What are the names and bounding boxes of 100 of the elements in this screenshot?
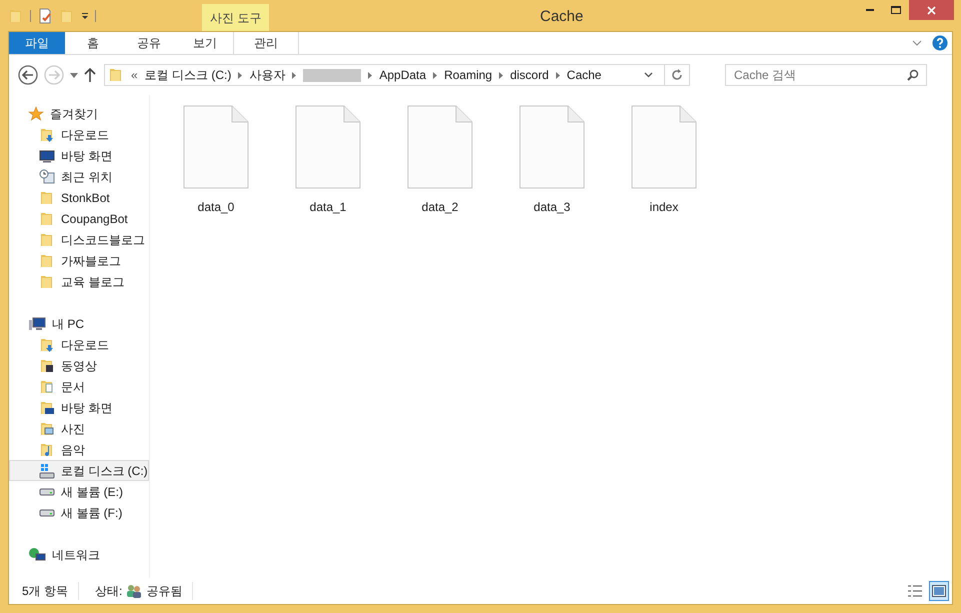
nav-item[interactable]: 바탕 화면 xyxy=(9,397,149,418)
file-icon xyxy=(295,105,361,189)
nav-item-label: 문서 xyxy=(61,378,85,396)
nav-item-label: 동영상 xyxy=(61,358,97,374)
file-menu-tab[interactable]: 파일 xyxy=(9,32,65,54)
ribbon-tab[interactable]: 홈 xyxy=(65,32,121,54)
nav-item[interactable]: 교육 블로그 xyxy=(9,271,149,292)
file-item[interactable]: data_3 xyxy=(519,105,585,216)
nav-item[interactable]: CoupangBot xyxy=(9,208,149,229)
breadcrumb-item[interactable]: Roaming xyxy=(444,66,492,84)
nav-item-label: 바탕 화면 xyxy=(61,148,112,164)
back-icon[interactable] xyxy=(18,65,38,85)
address-bar[interactable]: « 로컬 디스크 (C:) 사용자 AppData Roaming discord Cache xyxy=(104,64,690,86)
folder-icon xyxy=(39,232,55,248)
nav-item[interactable]: 사진 xyxy=(9,418,149,439)
breadcrumb-item[interactable]: 사용자 xyxy=(249,66,286,84)
nav-item[interactable]: 음악 xyxy=(9,439,149,460)
nav-item[interactable]: 최근 위치 xyxy=(9,166,149,187)
file-icon xyxy=(519,105,585,189)
window-title: Cache xyxy=(540,7,584,27)
download-folder-icon xyxy=(39,126,55,142)
nav-item-label: 음악 xyxy=(61,442,85,458)
expand-ribbon-icon[interactable] xyxy=(912,40,922,46)
breadcrumb-arrow-icon[interactable] xyxy=(433,72,438,78)
breadcrumb-arrow-icon[interactable] xyxy=(556,72,560,78)
refresh-icon xyxy=(671,69,683,81)
close-button[interactable] xyxy=(909,0,954,20)
system-drive-icon xyxy=(39,462,55,478)
new-folder-icon xyxy=(59,8,75,24)
file-item[interactable]: data_0 xyxy=(183,105,249,216)
nav-item-label: 교육 블로그 xyxy=(61,274,124,290)
nav-section-header[interactable]: 네트워크 xyxy=(9,544,149,565)
nav-section-label: 즐겨찾기 xyxy=(50,106,98,122)
help-icon[interactable] xyxy=(932,35,948,51)
nav-item[interactable]: 디스코드블로그 xyxy=(9,229,149,250)
breadcrumb-item[interactable]: Cache xyxy=(566,66,602,84)
breadcrumb-arrow-icon[interactable] xyxy=(368,72,372,78)
large-icons-view-icon xyxy=(932,585,946,597)
file-icon xyxy=(631,105,697,189)
folder-icon xyxy=(39,190,55,206)
download-folder-icon xyxy=(39,336,55,352)
file-name: index xyxy=(650,199,678,216)
nav-item[interactable]: 새 볼륨 (E:) xyxy=(9,481,149,502)
computer-icon xyxy=(28,316,46,332)
file-name: data_0 xyxy=(198,199,234,216)
nav-item-label: 사진 xyxy=(61,420,85,438)
nav-item[interactable]: 가짜블로그 xyxy=(9,250,149,271)
overflow-chevron[interactable]: « xyxy=(131,66,138,84)
nav-item[interactable]: 새 볼륨 (F:) xyxy=(9,502,149,523)
ribbon-tab[interactable]: 공유 xyxy=(121,32,177,54)
file-icon xyxy=(183,105,249,189)
ribbon-tab[interactable]: 보기 xyxy=(177,32,233,54)
file-item[interactable]: data_2 xyxy=(407,105,473,216)
nav-item[interactable]: 동영상 xyxy=(9,355,149,376)
file-item[interactable]: data_1 xyxy=(295,105,361,216)
nav-item-label: 다운로드 xyxy=(61,336,109,354)
nav-item[interactable]: 다운로드 xyxy=(9,124,149,145)
nav-item-label: 새 볼륨 (F:) xyxy=(61,504,122,522)
folder-icon xyxy=(39,210,55,226)
folder-icon xyxy=(39,252,55,268)
nav-item[interactable]: 다운로드 xyxy=(9,334,149,355)
nav-item[interactable]: StonkBot xyxy=(9,187,149,208)
status-label: 상태: xyxy=(94,583,122,600)
nav-item-label: 로컬 디스크 (C:) xyxy=(61,462,148,480)
close-icon xyxy=(927,6,936,14)
file-icon xyxy=(407,105,473,189)
network-icon xyxy=(28,546,46,562)
search-field[interactable]: Cache 검색 xyxy=(725,64,927,86)
status-value: 공유됨 xyxy=(146,582,194,600)
nav-section-header[interactable]: 즐겨찾기 xyxy=(9,103,149,124)
breadcrumb-item[interactable]: AppData xyxy=(379,66,426,84)
recent-places-icon xyxy=(39,168,55,184)
file-name: data_1 xyxy=(310,199,346,216)
breadcrumb-item[interactable]: 로컬 디스크 (C:) xyxy=(144,66,232,84)
folder-icon xyxy=(39,274,55,290)
nav-item[interactable]: 로컬 디스크 (C:) xyxy=(9,460,149,481)
dropdown-caret-icon[interactable] xyxy=(644,72,653,78)
breadcrumb-arrow-icon[interactable] xyxy=(499,72,504,78)
picture-folder-folder-icon xyxy=(39,420,55,436)
ribbon-tab[interactable]: 관리 xyxy=(233,32,299,54)
drive-icon xyxy=(39,508,55,516)
large-icons-view-button[interactable] xyxy=(929,581,949,601)
drive-icon xyxy=(39,488,55,496)
breadcrumb-arrow-icon[interactable] xyxy=(238,72,242,78)
nav-item-label: CoupangBot xyxy=(61,210,128,228)
nav-section-header[interactable]: 내 PC xyxy=(9,313,149,334)
monitor-icon xyxy=(39,148,55,164)
dropdown-icon[interactable] xyxy=(81,12,89,20)
item-count: 5개 항목 xyxy=(22,582,80,600)
breadcrumb-arrow-icon[interactable] xyxy=(292,72,296,78)
search-icon xyxy=(907,69,919,81)
up-arrow-icon[interactable] xyxy=(84,68,96,82)
properties-icon[interactable] xyxy=(37,8,53,24)
nav-item[interactable]: 문서 xyxy=(9,376,149,397)
breadcrumb-item[interactable]: discord xyxy=(510,66,549,84)
desktop-folder-folder-icon xyxy=(39,400,55,416)
file-item[interactable]: index xyxy=(631,105,697,216)
nav-item[interactable]: 바탕 화면 xyxy=(9,145,149,166)
recent-dropdown-icon[interactable] xyxy=(70,72,78,78)
context-tab-label: 사진 도구 xyxy=(210,10,262,26)
